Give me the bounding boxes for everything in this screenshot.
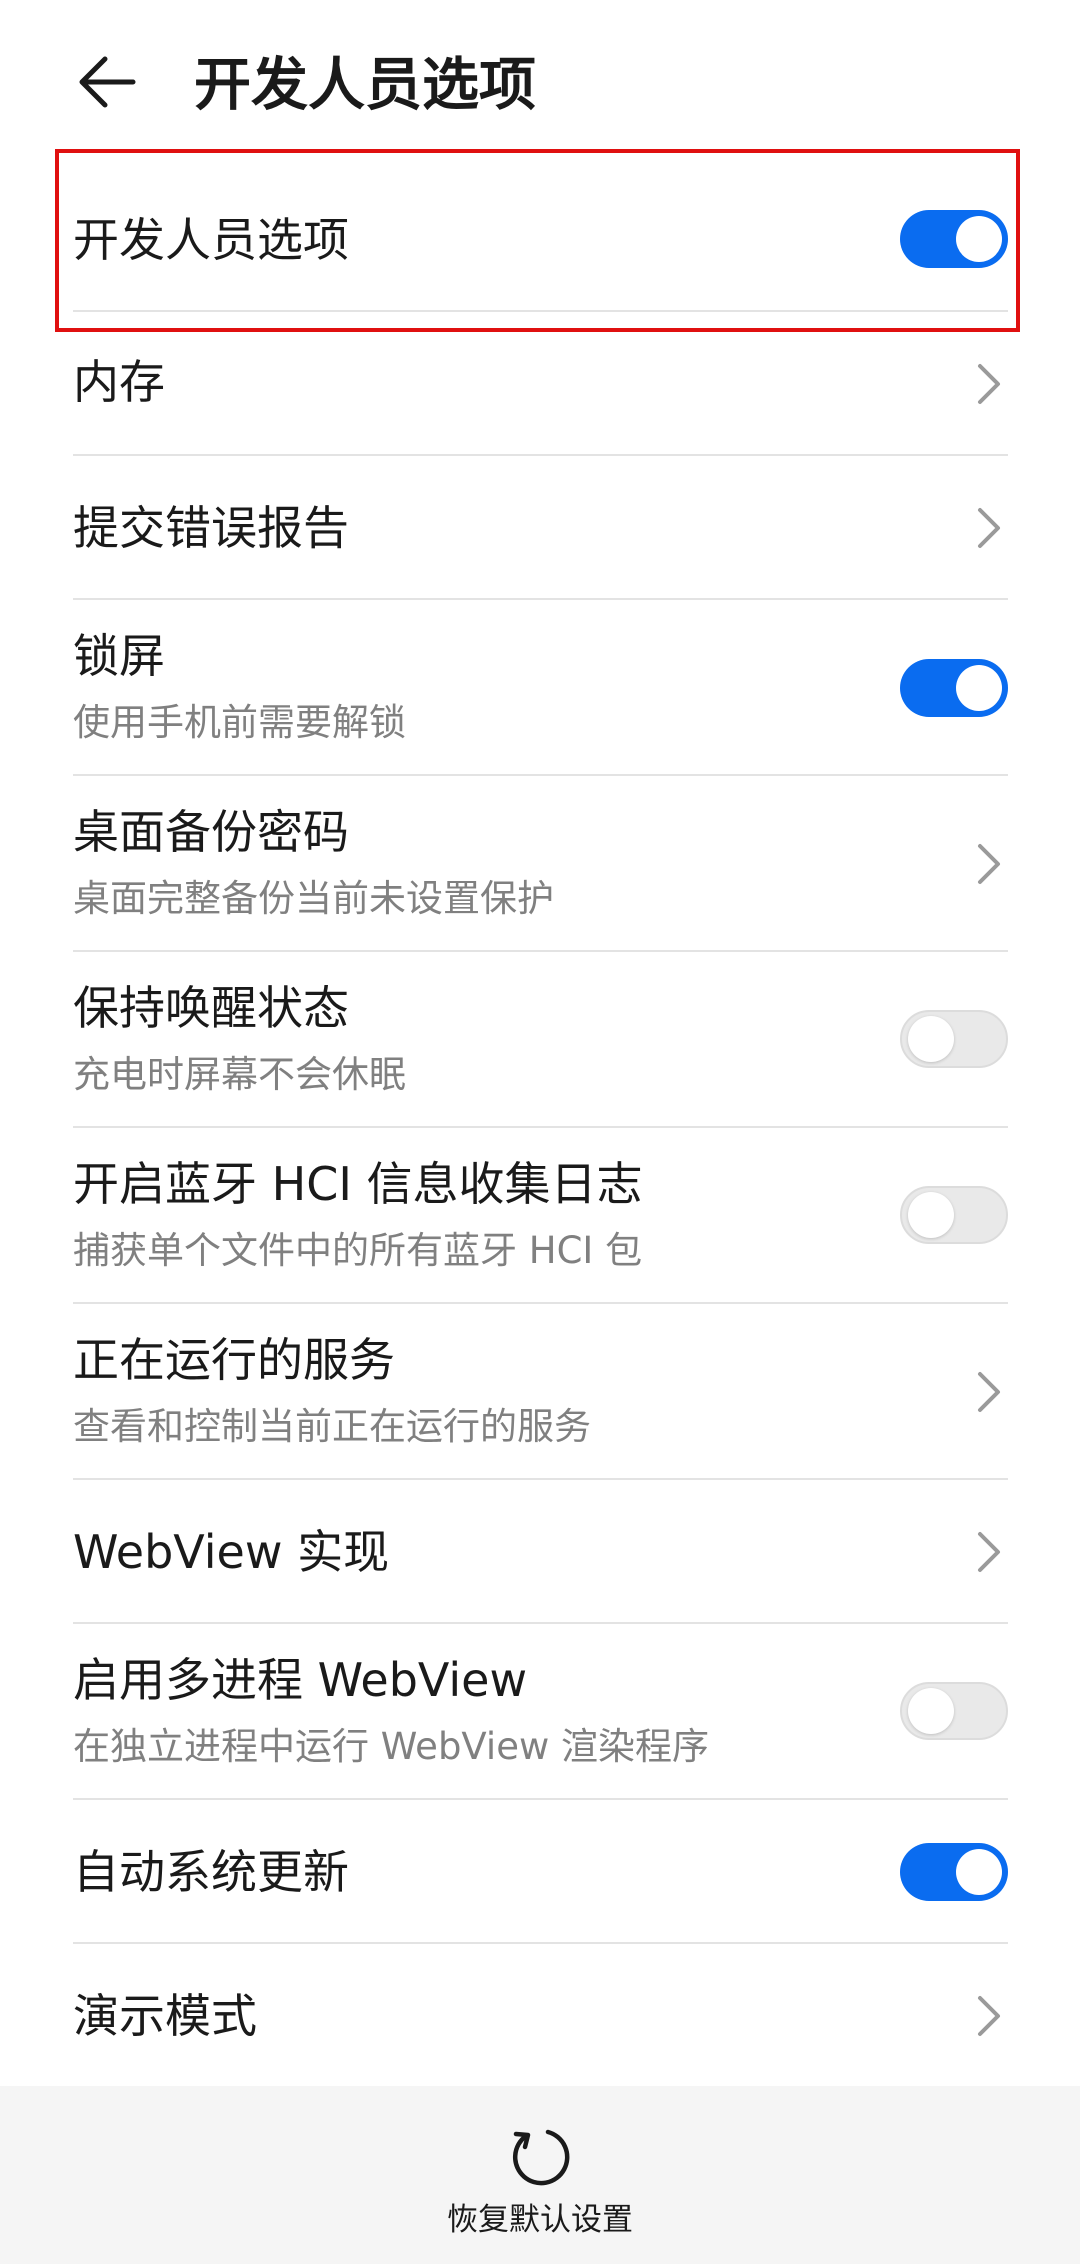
row-developer-options[interactable]: 开发人员选项 xyxy=(73,170,1008,312)
lock-screen-toggle[interactable] xyxy=(900,659,1008,717)
row-title: 开启蓝牙 HCI 信息收集日志 xyxy=(73,1157,643,1211)
row-auto-system-update[interactable]: 自动系统更新 xyxy=(73,1800,1008,1944)
row-subtitle: 查看和控制当前正在运行的服务 xyxy=(73,1405,591,1448)
multiprocess-webview-toggle[interactable] xyxy=(900,1682,1008,1740)
toggle-knob xyxy=(908,1192,954,1238)
row-stay-awake[interactable]: 保持唤醒状态 充电时屏幕不会休眠 xyxy=(73,952,1008,1128)
row-title: 开发人员选项 xyxy=(73,213,349,267)
toggle-knob xyxy=(908,1688,954,1734)
page-title: 开发人员选项 xyxy=(194,52,536,118)
row-title: WebView 实现 xyxy=(73,1525,390,1579)
top-app-bar: 开发人员选项 xyxy=(0,0,1080,170)
row-lock-screen[interactable]: 锁屏 使用手机前需要解锁 xyxy=(73,600,1008,776)
chevron-right-icon xyxy=(978,364,1000,404)
row-subtitle: 在独立进程中运行 WebView 渲染程序 xyxy=(73,1725,709,1768)
chevron-right-icon xyxy=(978,508,1000,548)
row-title: 自动系统更新 xyxy=(73,1845,349,1899)
chevron-right-icon xyxy=(978,1372,1000,1412)
bottom-action-bar: 恢复默认设置 xyxy=(0,2086,1080,2264)
row-title: 桌面备份密码 xyxy=(73,805,349,859)
row-backup-password[interactable]: 桌面备份密码 桌面完整备份当前未设置保护 xyxy=(73,776,1008,952)
refresh-icon xyxy=(512,2129,570,2186)
stay-awake-toggle[interactable] xyxy=(900,1010,1008,1068)
row-subtitle: 捕获单个文件中的所有蓝牙 HCI 包 xyxy=(73,1229,643,1272)
chevron-right-icon xyxy=(978,1532,1000,1572)
toggle-knob xyxy=(956,216,1002,262)
chevron-right-icon xyxy=(978,844,1000,884)
row-demo-mode[interactable]: 演示模式 xyxy=(73,1944,1008,2086)
toggle-knob xyxy=(956,665,1002,711)
row-subtitle: 桌面完整备份当前未设置保护 xyxy=(73,877,554,920)
row-bluetooth-hci-log[interactable]: 开启蓝牙 HCI 信息收集日志 捕获单个文件中的所有蓝牙 HCI 包 xyxy=(73,1128,1008,1304)
row-subtitle: 使用手机前需要解锁 xyxy=(73,701,406,744)
toggle-knob xyxy=(908,1016,954,1062)
toggle-knob xyxy=(956,1849,1002,1895)
reset-defaults-button[interactable]: 恢复默认设置 xyxy=(390,2086,690,2264)
row-webview-implementation[interactable]: WebView 实现 xyxy=(73,1480,1008,1624)
row-title: 锁屏 xyxy=(73,629,165,683)
row-title: 正在运行的服务 xyxy=(73,1333,395,1387)
row-subtitle: 充电时屏幕不会休眠 xyxy=(73,1053,406,1096)
arrow-left-icon xyxy=(79,56,136,108)
developer-options-toggle[interactable] xyxy=(900,210,1008,268)
row-memory[interactable]: 内存 xyxy=(73,312,1008,456)
row-title: 提交错误报告 xyxy=(73,501,349,555)
row-title: 启用多进程 WebView xyxy=(73,1653,528,1707)
auto-update-toggle[interactable] xyxy=(900,1843,1008,1901)
bluetooth-hci-toggle[interactable] xyxy=(900,1186,1008,1244)
row-multiprocess-webview[interactable]: 启用多进程 WebView 在独立进程中运行 WebView 渲染程序 xyxy=(73,1624,1008,1800)
back-button[interactable] xyxy=(70,45,144,119)
row-running-services[interactable]: 正在运行的服务 查看和控制当前正在运行的服务 xyxy=(73,1304,1008,1480)
row-title: 演示模式 xyxy=(73,1989,257,2043)
reset-defaults-label: 恢复默认设置 xyxy=(447,2202,633,2238)
row-title: 保持唤醒状态 xyxy=(73,981,349,1035)
chevron-right-icon xyxy=(978,1996,1000,2036)
row-bug-report[interactable]: 提交错误报告 xyxy=(73,456,1008,600)
row-title: 内存 xyxy=(73,355,165,409)
